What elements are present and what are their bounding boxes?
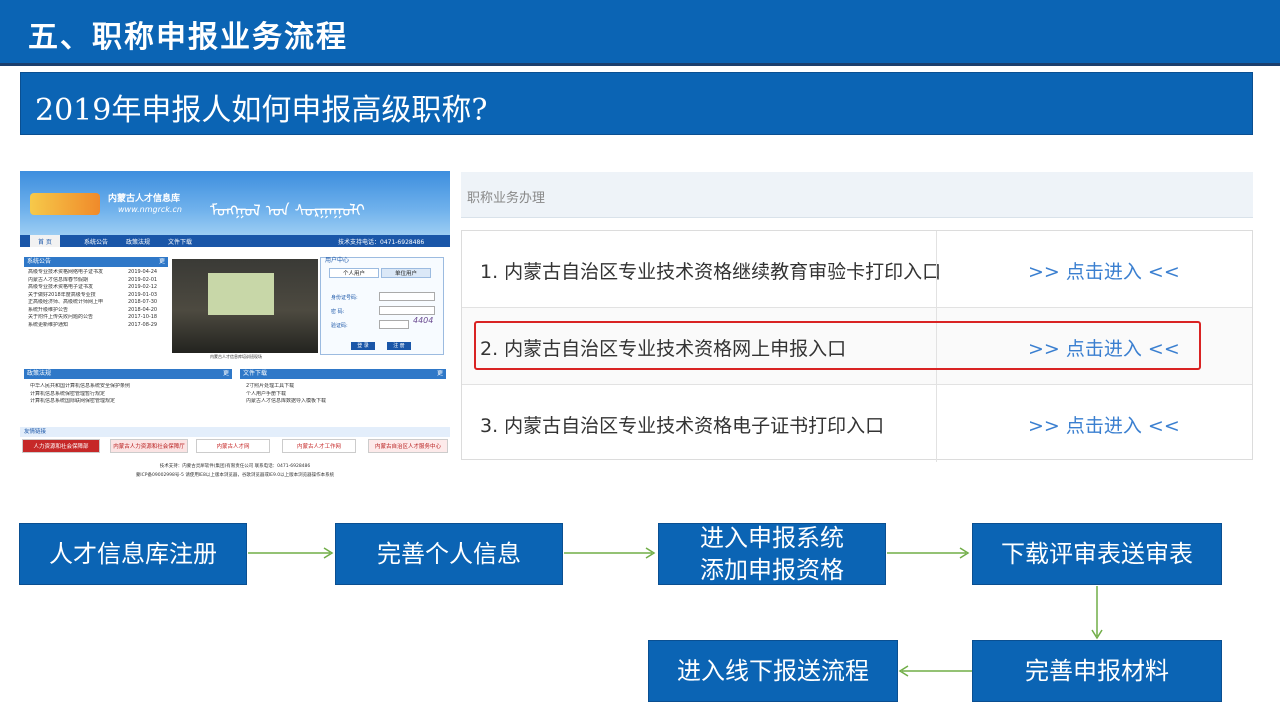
flow-arrows	[248, 547, 1103, 677]
